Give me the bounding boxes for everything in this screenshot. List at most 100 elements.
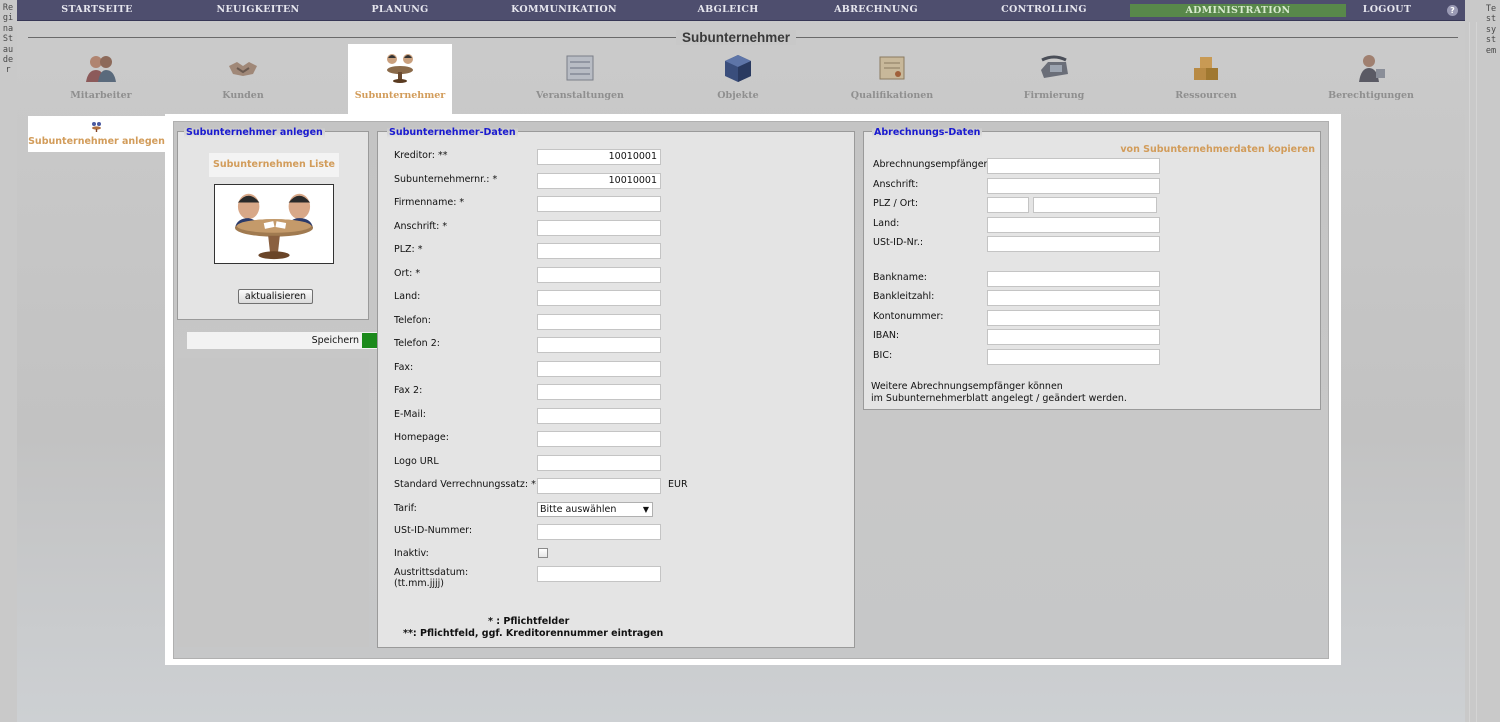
verrechnungssatz-label: Standard Verrechnungssatz: * — [394, 479, 536, 490]
austritt-label: Austrittsdatum: — [394, 567, 469, 578]
category-firmierung[interactable]: Firmierung — [1002, 44, 1106, 114]
austritt-input[interactable] — [537, 566, 661, 582]
anschrift-input[interactable] — [537, 220, 661, 236]
billing-data-legend: Abrechnungs-Daten — [872, 127, 983, 138]
nav-administration[interactable]: ADMINISTRATION — [1130, 4, 1346, 17]
email-label: E-Mail: — [394, 409, 426, 420]
logo-url-input[interactable] — [537, 455, 661, 471]
meeting-table-icon — [92, 122, 101, 132]
inaktiv-checkbox[interactable] — [538, 548, 548, 558]
kontonummer-input[interactable] — [987, 310, 1160, 326]
category-ressourcen[interactable]: Ressourcen — [1154, 44, 1258, 114]
subunternehmernr-input[interactable]: 10010001 — [537, 173, 661, 189]
category-qualifikationen[interactable]: Qualifikationen — [840, 44, 944, 114]
category-kunden[interactable]: Kunden — [191, 44, 295, 114]
billing-data-box: Abrechnungs-Daten von Subunternehmerdate… — [863, 127, 1321, 410]
category-veranstaltungen[interactable]: Veranstaltungen — [528, 44, 632, 114]
fax-input[interactable] — [537, 361, 661, 377]
bankleitzahl-input[interactable] — [987, 290, 1160, 306]
empfaenger-label: Abrechnungsempfänger: — [873, 159, 991, 170]
fax2-input[interactable] — [537, 384, 661, 400]
category-subunternehmer[interactable]: Subunternehmer — [348, 44, 452, 114]
verrechnungssatz-input[interactable] — [537, 478, 661, 494]
subunternehmer-data-box: Subunternehmer-Daten Kreditor: ** 100100… — [377, 127, 855, 648]
kontonummer-label: Kontonummer: — [873, 311, 944, 322]
ort-label: Ort: * — [394, 268, 421, 279]
save-label: Speichern — [311, 335, 359, 346]
nav-neuigkeiten[interactable]: NEUIGKEITEN — [177, 0, 339, 21]
bankname-input[interactable] — [987, 271, 1160, 287]
austritt-format-label: (tt.mm.jjjj) — [394, 578, 444, 589]
note-required: * : Pflichtfelder — [488, 616, 570, 627]
telefon2-label: Telefon 2: — [394, 338, 440, 349]
bic-label: BIC: — [873, 350, 893, 361]
billing-land-input[interactable] — [987, 217, 1160, 233]
user-name-vertical: Regina Stauder — [2, 3, 19, 76]
email-input[interactable] — [537, 408, 661, 424]
category-label: Objekte — [717, 90, 759, 101]
billing-ust-label: USt-ID-Nr.: — [873, 237, 924, 248]
save-bar[interactable]: Speichern — [187, 332, 379, 349]
nav-kommunikation[interactable]: KOMMUNIKATION — [479, 0, 649, 21]
billing-ort-input[interactable] — [1033, 197, 1157, 213]
land-input[interactable] — [537, 290, 661, 306]
anschrift-label: Anschrift: * — [394, 221, 448, 232]
tarif-select[interactable]: Bitte auswählen ▼ — [537, 502, 653, 517]
copy-from-subunternehmer-link[interactable]: von Subunternehmerdaten kopieren — [1120, 144, 1315, 155]
billing-anschrift-input[interactable] — [987, 178, 1160, 194]
certificate-icon — [879, 56, 905, 80]
boxes-icon — [1194, 57, 1218, 80]
nav-logout[interactable]: LOGOUT — [1347, 0, 1427, 21]
schedule-board-icon — [566, 55, 594, 81]
plz-label: PLZ: * — [394, 244, 423, 255]
land-label: Land: — [394, 291, 421, 302]
top-navigation: STARTSEITE NEUIGKEITEN PLANUNG KOMMUNIKA… — [17, 0, 1465, 21]
category-label: Subunternehmer — [354, 90, 446, 101]
kreditor-input[interactable]: 10010001 — [537, 149, 661, 165]
category-mitarbeiter[interactable]: Mitarbeiter — [49, 44, 153, 114]
tarif-label: Tarif: — [394, 503, 417, 514]
side-tab-subunternehmer-anlegen[interactable]: Subunternehmer anlegen — [28, 116, 165, 152]
ust-label: USt-ID-Nummer: — [394, 525, 473, 536]
billing-plz-ort-label: PLZ / Ort: — [873, 198, 919, 209]
refresh-button[interactable]: aktualisieren — [238, 289, 313, 304]
homepage-label: Homepage: — [394, 432, 449, 443]
nav-planung[interactable]: PLANUNG — [321, 0, 479, 21]
nav-startseite[interactable]: STARTSEITE — [17, 0, 177, 21]
ort-input[interactable] — [537, 267, 661, 283]
category-label: Veranstaltungen — [536, 90, 624, 101]
form-area: Subunternehmer anlegen Subunternehmen Li… — [173, 121, 1329, 659]
cube-icon — [725, 55, 751, 82]
tarif-selected-value: Bitte auswählen — [540, 504, 617, 515]
ust-input[interactable] — [537, 524, 661, 540]
nav-abgleich[interactable]: ABGLEICH — [649, 0, 807, 21]
category-label: Firmierung — [1023, 90, 1085, 101]
billing-plz-input[interactable] — [987, 197, 1029, 213]
subunternehmer-data-legend: Subunternehmer-Daten — [387, 127, 518, 138]
side-tab-label: Subunternehmer anlegen — [28, 136, 165, 147]
scrollbar-track[interactable] — [1469, 22, 1477, 722]
left-column-panel — [177, 358, 369, 647]
nav-abrechnung[interactable]: ABRECHNUNG — [797, 0, 955, 21]
help-icon[interactable]: ? — [1447, 5, 1458, 16]
telefon-input[interactable] — [537, 314, 661, 330]
category-objekte[interactable]: Objekte — [686, 44, 790, 114]
logo-image — [214, 184, 334, 264]
create-box-legend: Subunternehmer anlegen — [184, 127, 325, 138]
plz-input[interactable] — [537, 243, 661, 259]
inaktiv-label: Inaktiv: — [394, 548, 429, 559]
telefon2-input[interactable] — [537, 337, 661, 353]
fax-label: Fax: — [394, 362, 414, 373]
empfaenger-input[interactable] — [987, 158, 1160, 174]
category-label: Berechtigungen — [1328, 90, 1414, 101]
billing-ust-input[interactable] — [987, 236, 1160, 252]
nav-controlling[interactable]: CONTROLLING — [965, 0, 1123, 21]
bic-input[interactable] — [987, 349, 1160, 365]
billing-info-line-2: im Subunternehmerblatt angelegt / geände… — [871, 393, 1127, 404]
iban-input[interactable] — [987, 329, 1160, 345]
subunternehmen-list-link[interactable]: Subunternehmen Liste — [209, 153, 339, 177]
category-berechtigungen[interactable]: Berechtigungen — [1319, 44, 1423, 114]
homepage-input[interactable] — [537, 431, 661, 447]
fax2-label: Fax 2: — [394, 385, 423, 396]
firmenname-input[interactable] — [537, 196, 661, 212]
